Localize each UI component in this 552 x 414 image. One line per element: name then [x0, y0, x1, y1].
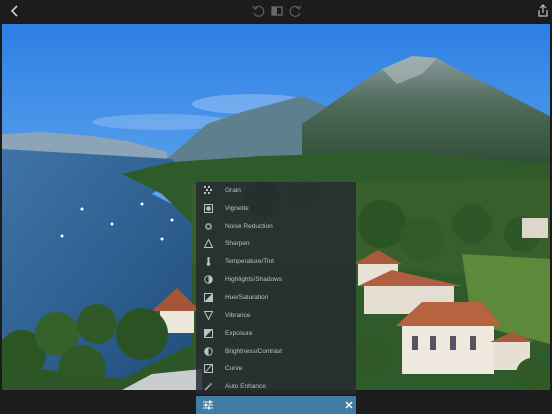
menu-item-curve[interactable]: Curve: [196, 360, 356, 377]
menu-item-label: Vignette: [225, 205, 249, 212]
share-icon[interactable]: [536, 4, 550, 18]
menu-item-label: Exposure: [225, 330, 253, 337]
menu-item-label: Brightness/Contrast: [225, 348, 283, 355]
menu-item-label: Sharpen: [225, 240, 250, 247]
redo-icon[interactable]: [289, 4, 303, 18]
menu-item-label: Hue/Saturation: [225, 294, 269, 301]
menu-item-noise-reduction[interactable]: Noise Reduction: [196, 218, 356, 235]
menu-item-vignette[interactable]: Vignette: [196, 200, 356, 217]
compare-icon[interactable]: [270, 4, 284, 18]
menu-item-highlights-shadows[interactable]: Highlights/Shadows: [196, 271, 356, 288]
menu-item-hue-saturation[interactable]: Hue/Saturation: [196, 289, 356, 306]
menu-item-temperature-tint[interactable]: Temperature/Tint: [196, 253, 356, 270]
curve-icon: [204, 364, 213, 373]
noise-reduction-icon: [204, 222, 213, 231]
menu-item-vibrance[interactable]: Vibrance: [196, 307, 356, 324]
menu-item-sharpen[interactable]: Sharpen: [196, 235, 356, 252]
vignette-icon: [204, 204, 213, 213]
menu-item-label: Vibrance: [225, 312, 251, 319]
close-icon[interactable]: [344, 400, 354, 410]
menu-item-auto-enhance[interactable]: Auto Enhance: [196, 378, 356, 395]
menu-footer-bar: [196, 396, 356, 414]
menu-item-label: Noise Reduction: [225, 223, 273, 230]
top-toolbar: [0, 0, 552, 22]
menu-item-label: Grain: [225, 187, 241, 194]
menu-item-grain[interactable]: Grain: [196, 182, 356, 199]
menu-item-exposure[interactable]: Exposure: [196, 325, 356, 342]
grain-icon: [204, 186, 213, 195]
thermometer-icon: [204, 257, 213, 266]
menu-item-brightness-contrast[interactable]: Brightness/Contrast: [196, 343, 356, 360]
menu-item-label: Highlights/Shadows: [225, 276, 283, 283]
brightness-contrast-icon: [204, 347, 213, 356]
hue-saturation-icon: [204, 293, 213, 302]
menu-item-label: Temperature/Tint: [225, 258, 274, 265]
undo-icon[interactable]: [251, 4, 265, 18]
magic-wand-icon: [204, 382, 213, 391]
back-arrow-icon[interactable]: [8, 4, 22, 18]
menu-item-label: Curve: [225, 365, 243, 372]
adjustments-icon[interactable]: [203, 400, 213, 410]
vibrance-icon: [204, 311, 213, 320]
sharpen-icon: [204, 239, 213, 248]
exposure-icon: [204, 329, 213, 338]
adjustments-menu: Grain Vignette Noise Reduction Sharpen T…: [196, 182, 356, 394]
menu-item-label: Auto Enhance: [225, 383, 266, 390]
highlights-shadows-icon: [204, 275, 213, 284]
